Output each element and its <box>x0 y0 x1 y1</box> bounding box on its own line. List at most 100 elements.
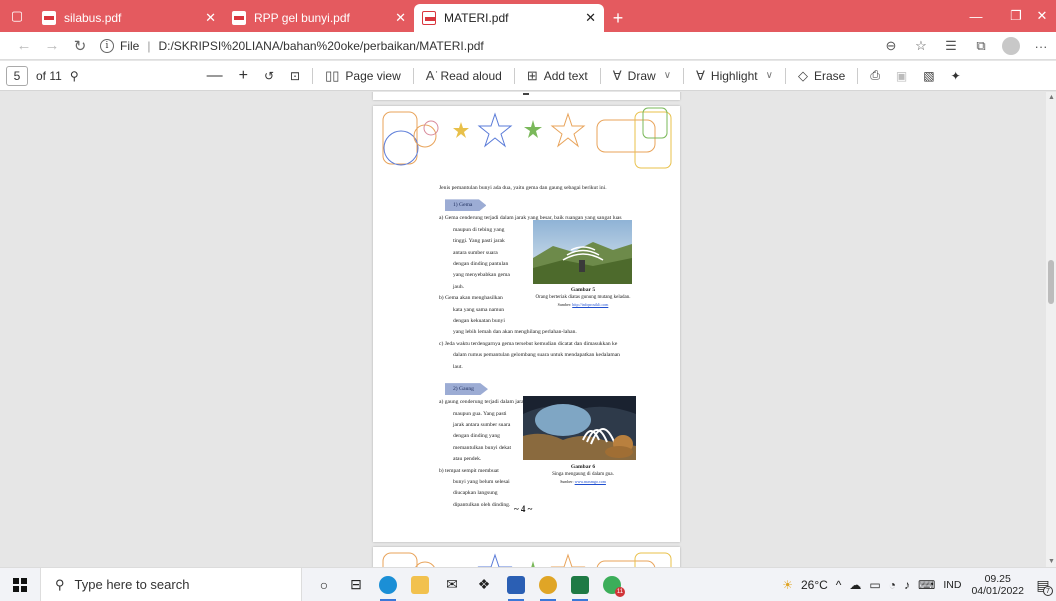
clock-time: 09.25 <box>984 573 1011 585</box>
close-tab-icon[interactable]: ✕ <box>585 10 596 26</box>
tab-silabus[interactable]: silabus.pdf ✕ <box>34 4 224 32</box>
info-icon[interactable]: i <box>100 38 114 53</box>
fit-page-icon[interactable]: ⊡ <box>282 69 308 83</box>
cortana-icon[interactable]: ○ <box>308 568 340 601</box>
print-icon[interactable]: ⎙ <box>862 68 888 83</box>
close-tab-icon[interactable]: ✕ <box>205 10 216 26</box>
forward-icon[interactable]: → <box>38 37 66 54</box>
close-tab-icon[interactable]: ✕ <box>395 10 406 26</box>
weather-icon[interactable]: ☀ <box>778 578 797 592</box>
pdf-canvas: Jenis pemantulan bunyi ada dua, yaitu ge… <box>0 92 1056 567</box>
page-marker <box>523 93 529 95</box>
zoom-out-icon[interactable]: — <box>199 67 231 85</box>
zoom-icon[interactable]: ⊖ <box>876 38 906 54</box>
new-tab-button[interactable]: + <box>604 4 632 32</box>
taskbar-search[interactable]: ⚲ Type here to search <box>40 567 302 601</box>
minimize-button[interactable]: — <box>956 0 996 32</box>
language-indicator[interactable]: IND <box>939 579 965 591</box>
word-icon <box>507 575 525 594</box>
battery-icon[interactable]: ▭ <box>865 578 884 592</box>
add-text-button[interactable]: ⊞ Add text <box>519 68 596 84</box>
volume-icon[interactable]: ♪ <box>900 578 914 592</box>
favorites-list-icon[interactable]: ☰ <box>936 38 966 54</box>
start-button[interactable] <box>0 568 40 601</box>
gema-point-a-wrap: maupun di tebing yang tinggi. Yang pasti… <box>439 225 545 293</box>
pdf-file-icon <box>232 11 246 25</box>
text-line: dengan dinding pantulan <box>453 261 509 268</box>
tab-rpp[interactable]: RPP gel bunyi.pdf ✕ <box>224 4 414 32</box>
more-menu-icon[interactable]: ··· <box>1026 39 1056 54</box>
wifi-icon[interactable]: ◔ <box>885 578 900 592</box>
word-app-icon[interactable] <box>500 568 532 601</box>
messaging-app-icon[interactable]: 11 <box>596 568 628 601</box>
page-view-label: Page view <box>345 68 401 83</box>
onedrive-icon[interactable]: ☁ <box>845 578 865 592</box>
tab-actions-icon[interactable]: ▢ <box>0 0 34 32</box>
text-line: maupun di tebing yang <box>453 226 505 233</box>
intro-paragraph: Jenis pemantulan bunyi ada dua, yaitu ge… <box>439 185 607 191</box>
figure-5-title: Gambar 5 <box>570 287 596 293</box>
chrome-app-icon[interactable] <box>532 568 564 601</box>
dropbox-icon: ❖ <box>477 576 491 592</box>
text-line: dengan dinding yang <box>453 433 500 440</box>
chrome-icon <box>539 575 557 594</box>
show-hidden-icons-icon[interactable]: ^ <box>832 578 846 592</box>
url-scheme: File <box>120 38 140 53</box>
source-link[interactable]: www.maxmgo.com <box>575 479 606 484</box>
collections-icon[interactable]: ⧉ <box>966 38 996 54</box>
read-aloud-button[interactable]: A͘ Read aloud <box>418 68 510 83</box>
excel-app-icon[interactable] <box>564 568 596 601</box>
zoom-in-icon[interactable]: + <box>231 67 256 85</box>
divider <box>857 67 859 84</box>
next-page <box>373 547 680 567</box>
file-explorer-app-icon[interactable] <box>404 568 436 601</box>
url-field[interactable]: i File | D:/SKRIPSI%20LIANA/bahan%20oke/… <box>100 38 484 53</box>
divider <box>784 67 786 84</box>
section-heading-gaung: 2) Gaung <box>445 379 649 396</box>
mail-app-icon[interactable]: ✉ <box>436 568 468 601</box>
draw-button[interactable]: ∀ Draw ∨ <box>605 68 679 84</box>
save-icon[interactable]: ▣ <box>888 69 915 83</box>
text-line: yang menyebabkan gema <box>453 272 510 279</box>
heading-label: 2) Gaung <box>445 383 488 396</box>
vertical-scrollbar[interactable]: ▲ ▼ <box>1046 92 1056 567</box>
highlight-button[interactable]: ∀ Highlight ∨ <box>688 68 781 84</box>
address-bar: ← → ↻ i File | D:/SKRIPSI%20LIANA/bahan%… <box>0 32 1056 60</box>
chevron-down-icon[interactable]: ∨ <box>664 70 671 81</box>
text-line: jarak antara sumber suara <box>453 421 511 428</box>
folder-icon <box>411 575 429 594</box>
pdf-file-icon <box>422 11 436 25</box>
close-window-button[interactable]: ✕ <box>1022 0 1056 32</box>
keyboard-icon[interactable]: ⌨ <box>914 578 939 592</box>
scroll-down-icon[interactable]: ▼ <box>1048 558 1055 565</box>
highlight-label: Highlight <box>710 68 758 83</box>
save-as-icon[interactable]: ▧ <box>915 69 942 83</box>
chevron-down-icon[interactable]: ∨ <box>766 70 773 81</box>
action-center-button[interactable]: ▤ 7 <box>1030 568 1056 601</box>
back-icon[interactable]: ← <box>10 37 38 54</box>
dropbox-app-icon[interactable]: ❖ <box>468 568 500 601</box>
scrollbar-thumb[interactable] <box>1048 260 1054 304</box>
search-icon[interactable]: ⚲ <box>70 69 87 83</box>
divider <box>513 67 515 84</box>
profile-avatar[interactable] <box>1002 37 1020 55</box>
figure-6-caption: Gambar 6 Singa mengaung di dalam gua. Su… <box>523 464 643 486</box>
gaung-point-a-wrap: maupun gua. Yang pasti jarak antara sumb… <box>439 409 527 466</box>
pin-toolbar-icon[interactable]: ✦ <box>943 69 969 83</box>
text-line: antara sumber suara <box>453 249 498 256</box>
clock[interactable]: 09.25 04/01/2022 <box>965 573 1030 597</box>
weather-temperature[interactable]: 26°C <box>797 578 832 592</box>
page-number-input[interactable]: 5 <box>6 65 28 86</box>
favorite-icon[interactable]: ☆ <box>906 38 936 54</box>
divider <box>412 67 414 84</box>
tab-materi[interactable]: MATERI.pdf ✕ <box>414 4 604 32</box>
rotate-icon[interactable]: ↺ <box>256 69 282 83</box>
task-view-icon[interactable]: ⊟ <box>340 568 372 601</box>
scroll-up-icon[interactable]: ▲ <box>1048 94 1055 101</box>
page-view-button[interactable]: ▯▯ Page view <box>317 68 409 84</box>
edge-app-icon[interactable] <box>372 568 404 601</box>
source-link[interactable]: http://infoprosikli.com <box>572 302 608 307</box>
erase-button[interactable]: ◇ Erase <box>790 68 853 84</box>
erase-label: Erase <box>813 68 846 83</box>
refresh-icon[interactable]: ↻ <box>66 37 94 55</box>
